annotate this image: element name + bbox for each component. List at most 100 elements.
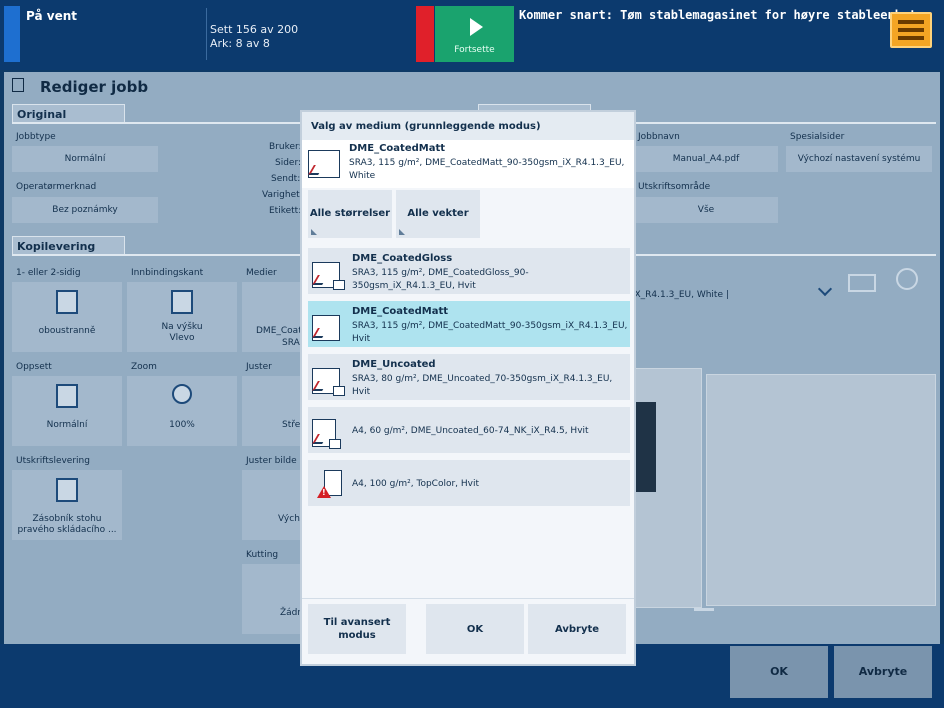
status-message: Kommer snart: Tøm stablemagasinet for hø… (519, 8, 924, 22)
dialog-ok-button[interactable]: OK (426, 604, 524, 654)
sides-value: oboustranně (38, 326, 96, 336)
layout-value: Normální (46, 420, 88, 430)
special-pages-field[interactable]: Výchozí nastavení systému (786, 146, 932, 172)
output-tile[interactable]: Zásobník stohu pravého skládacího ... (12, 470, 122, 540)
divider (206, 8, 207, 60)
media-item-name: DME_CoatedMatt (352, 306, 449, 317)
dialog-cancel-button[interactable]: Avbryte (528, 604, 626, 654)
preview-media-text: iX_R4.1.3_EU, White | (632, 290, 729, 300)
continue-button[interactable]: Fortsette (435, 6, 514, 62)
all-sizes-filter[interactable]: Alle størrelser (308, 190, 392, 238)
all-weights-label: Alle vekter (407, 208, 469, 219)
media-item-desc: A4, 100 g/m², TopColor, Hvit (352, 479, 480, 489)
tab-copy-delivery[interactable]: Kopilevering (12, 236, 125, 256)
current-media: DME_CoatedMatt SRA3, 115 g/m², DME_Coate… (302, 140, 634, 188)
adjust-label: Juster (246, 362, 272, 372)
media-icon (308, 150, 340, 178)
media-icon (312, 368, 345, 396)
sent-label: Sendt: (271, 174, 301, 184)
output-value: Zásobník stohu pravého skládacího ... (17, 514, 117, 535)
all-sizes-label: Alle størrelser (309, 208, 391, 219)
sheets-counter: Ark: 8 av 8 (210, 37, 270, 50)
advanced-mode-button[interactable]: Til avansert modus (308, 604, 406, 654)
jobtype-field[interactable]: Normální (12, 146, 158, 172)
media-item-coated-matt[interactable]: DME_CoatedMatt SRA3, 115 g/m², DME_Coate… (308, 301, 630, 347)
corner-icon (311, 229, 317, 235)
warning-icon (317, 486, 331, 498)
media-item-desc: SRA3, 115 g/m², DME_CoatedMatt_90-350gsm… (352, 321, 628, 344)
media-item-a4-100[interactable]: A4, 100 g/m², TopColor, Hvit (308, 460, 630, 506)
adjust-image-tile[interactable]: Výcho (242, 470, 305, 540)
special-pages-label: Spesialsider (790, 132, 845, 142)
cancel-button[interactable]: Avbryte (834, 646, 932, 698)
magnifier-icon (172, 384, 192, 404)
cutting-tile[interactable]: Žádn (242, 564, 303, 634)
binding-tile[interactable]: Na výšku Vlevo (127, 282, 237, 352)
media-item-desc: SRA3, 80 g/m², DME_Uncoated_70-350gsm_iX… (352, 374, 613, 397)
output-tray-icon (56, 478, 78, 502)
book-view-icon[interactable] (848, 274, 876, 292)
label-label: Etikett: (269, 206, 302, 216)
sides-tile[interactable]: oboustranně (12, 282, 122, 352)
binding-value: Na výšku Vlevo (161, 322, 203, 343)
duration-label: Varighet: (262, 190, 303, 200)
media-item-name: DME_CoatedGloss (352, 253, 453, 264)
zoom-preview-icon[interactable] (896, 268, 918, 290)
adjust-tile[interactable]: Stře (242, 376, 302, 446)
corner-icon (399, 229, 405, 235)
binding-icon (171, 290, 193, 314)
job-status: På vent (26, 9, 77, 23)
current-media-name: DME_CoatedMatt (349, 143, 446, 154)
sides-label: 1- eller 2-sidig (16, 268, 81, 278)
media-icon (312, 315, 340, 341)
media-label: Medier (246, 268, 277, 278)
page-title: Rediger jobb (40, 78, 149, 96)
status-indicator (4, 6, 20, 62)
preview-cover-block (632, 402, 656, 492)
play-icon (470, 18, 483, 36)
media-selection-dialog: Valg av medium (grunnleggende modus) DME… (302, 112, 634, 664)
media-icon (312, 262, 345, 290)
tab-original[interactable]: Original (12, 104, 125, 124)
media-item-a4-60[interactable]: A4, 60 g/m², DME_Uncoated_60-74_NK_iX_R4… (308, 407, 630, 453)
layout-tile[interactable]: Normální (12, 376, 122, 446)
print-area-label: Utskriftsområde (638, 182, 711, 192)
adjust-image-label: Juster bilde (246, 456, 297, 466)
media-item-coated-gloss[interactable]: DME_CoatedGloss SRA3, 115 g/m², DME_Coat… (308, 248, 630, 294)
operator-note-field[interactable]: Bez poznámky (12, 197, 158, 223)
preview-page-2[interactable] (706, 374, 936, 606)
binding-label: Innbindingskant (131, 268, 204, 278)
media-tile[interactable]: DME_Coat SRA (242, 282, 302, 352)
jobtype-label: Jobbtype (16, 132, 56, 142)
alert-indicator (416, 6, 434, 62)
zoom-tile[interactable]: 100% (127, 376, 237, 446)
all-weights-filter[interactable]: Alle vekter (396, 190, 480, 238)
stacker-tray-icon[interactable] (890, 12, 932, 48)
cutting-label: Kutting (246, 550, 279, 560)
output-label: Utskriftslevering (16, 456, 90, 466)
media-item-desc: SRA3, 115 g/m², DME_CoatedGloss_90-350gs… (352, 268, 529, 291)
edit-icon (12, 78, 24, 92)
jobname-field[interactable]: Manual_A4.pdf (634, 146, 778, 172)
media-item-desc: A4, 60 g/m², DME_Uncoated_60-74_NK_iX_R4… (352, 426, 589, 436)
zoom-label: Zoom (131, 362, 157, 372)
pages-label: Sider: (275, 158, 302, 168)
layout-icon (56, 384, 78, 408)
chevron-down-icon[interactable] (817, 281, 833, 297)
jobname-label: Jobbnavn (638, 132, 680, 142)
scroll-handle[interactable] (694, 608, 714, 611)
user-label: Bruker: (269, 142, 302, 152)
top-status-bar: På vent Sett 156 av 200 Ark: 8 av 8 Fort… (0, 0, 944, 70)
media-item-uncoated[interactable]: DME_Uncoated SRA3, 80 g/m², DME_Uncoated… (308, 354, 630, 400)
zoom-value: 100% (169, 420, 195, 430)
operator-note-label: Operatørmerknad (16, 182, 97, 192)
dialog-title: Valg av medium (grunnleggende modus) (302, 112, 634, 140)
media-icon (312, 419, 341, 449)
divider (302, 598, 634, 599)
current-media-desc: SRA3, 115 g/m², DME_CoatedMatt_90-350gsm… (349, 158, 625, 181)
duplex-icon (56, 290, 78, 314)
print-area-field[interactable]: Vše (634, 197, 778, 223)
sets-counter: Sett 156 av 200 (210, 23, 299, 36)
ok-button[interactable]: OK (730, 646, 828, 698)
continue-label: Fortsette (454, 45, 495, 55)
